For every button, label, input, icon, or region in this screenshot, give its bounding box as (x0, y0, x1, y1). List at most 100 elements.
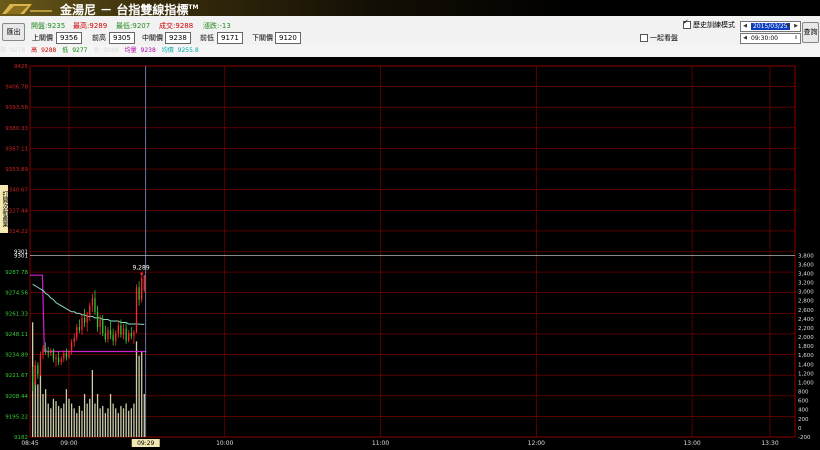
candle-body (68, 351, 70, 358)
candle-body (60, 359, 62, 363)
stat-change: 漲跌:-13 (203, 22, 231, 30)
export-button[interactable]: 匯出 (2, 23, 25, 41)
volume-tick-label: 2,400 (798, 317, 814, 323)
candle-body (138, 287, 140, 300)
title-bar: 金湯尼 － 台指雙線指標TM (0, 0, 820, 17)
volume-bar (133, 403, 135, 437)
volume-bar (65, 389, 68, 437)
ohlc-open: 開 9278 (0, 47, 26, 54)
candle-body (47, 351, 49, 354)
date-right-arrow-icon[interactable]: ▶ (793, 22, 799, 31)
price-tick-label: 9248.11 (5, 332, 28, 338)
volume-tick-label: 2,200 (798, 326, 814, 332)
history-mode-checkbox[interactable] (683, 18, 691, 29)
price-tick-label: 9261.33 (5, 311, 28, 317)
volume-bar (73, 408, 75, 437)
candle-body (128, 333, 130, 341)
candle-body (115, 333, 117, 341)
volume-bar (135, 341, 138, 437)
stat-high: 最高:9289 (73, 22, 108, 30)
candle-body (120, 325, 122, 335)
mid-gate-label: 中關價 (142, 34, 163, 42)
candle-body (83, 317, 86, 323)
candle-body (112, 334, 114, 341)
volume-bar (44, 389, 47, 437)
volume-tick-label: 1,200 (798, 371, 814, 377)
candle-body (39, 354, 42, 375)
volume-bar (52, 398, 55, 437)
volume-bar (117, 413, 119, 437)
candle-body (63, 353, 65, 360)
volume-tick-label: 600 (798, 399, 809, 405)
volume-bar (37, 384, 39, 437)
upper-gate-label: 上關價 (32, 34, 53, 42)
price-tick-label: 9327.44 (5, 208, 28, 214)
candle-body (73, 337, 75, 343)
volume-tick-label: 1,400 (798, 362, 814, 368)
candle-body (143, 275, 145, 291)
date-picker[interactable]: ◀ 2015/03/25 ▼ ▶ (740, 21, 801, 32)
volume-tick-label: 3,000 (798, 290, 814, 296)
header-panel: 匯出 開盤:9235 最高:9289 最低:9207 成交:9288 漲跌:-1… (0, 16, 820, 45)
volume-tick-label: 2,000 (798, 335, 814, 341)
volume-tick-label: 0 (798, 426, 802, 432)
candle-body (52, 349, 55, 360)
side-panel-tab[interactable]: 打開次新產業 (0, 185, 8, 233)
volume-bar (141, 350, 143, 437)
candle-body (76, 327, 78, 338)
time-tick-label: 08:45 (21, 440, 38, 447)
price-tick-label: 9234.89 (5, 353, 28, 359)
volume-bar (39, 374, 42, 437)
price-tick-label: 9208.44 (5, 394, 28, 400)
volume-bar (83, 393, 86, 437)
ohlc-close: 收 9288 (93, 47, 119, 54)
volume-tick-label: 800 (798, 390, 809, 396)
prev-high-label: 前高 (92, 34, 106, 42)
date-left-arrow-icon[interactable]: ◀ (742, 22, 748, 31)
volume-tick-label: 200 (798, 417, 809, 423)
price-tick-label: 9221.67 (5, 373, 28, 379)
price-tick-label: 9287.78 (5, 270, 28, 276)
candle-body (89, 305, 91, 315)
candle-body (57, 357, 60, 363)
candle-body (141, 278, 143, 300)
candle-body (55, 357, 57, 360)
query-button[interactable]: 查詢 (802, 22, 819, 43)
stat-open: 開盤:9235 (31, 22, 66, 30)
volume-tick-label: 1,800 (798, 344, 814, 350)
volume-bar (104, 413, 106, 437)
prev-low-value: 9171 (217, 32, 243, 44)
candle-body (94, 298, 96, 312)
trademark-mark: TM (188, 4, 199, 11)
candle-body (122, 328, 125, 335)
candle-body (50, 349, 52, 354)
volume-bar (96, 393, 99, 437)
volume-bar (76, 413, 78, 437)
volume-tick-label: -200 (798, 435, 811, 441)
candle-body (86, 314, 88, 323)
price-tick-label: 9367.11 (5, 146, 28, 152)
candle-body (81, 317, 83, 331)
price-tick-label: 9393.56 (5, 105, 28, 111)
candle-body (130, 333, 132, 337)
candle-body (70, 342, 73, 352)
history-mode-label: 歷史訓練模式 (693, 21, 735, 29)
volume-bar (130, 408, 132, 437)
volume-bar (50, 408, 52, 437)
prev-low-label: 前低 (200, 34, 214, 42)
price-volume-chart[interactable]: 9425 9406.78 9393.56 9380.33 9367.11 9353.89 9… (0, 57, 820, 450)
volume-bar (68, 398, 70, 437)
price-tick-label: 9195.22 (5, 414, 28, 420)
time-value[interactable]: 09:30:00 (751, 34, 778, 43)
time-spin-arrows-icon[interactable]: ⇕ (793, 34, 799, 43)
volume-bar (70, 403, 73, 437)
ohlc-strip: 開 9278 高 9288 低 9277 收 9288 均量 9238 均價 9… (0, 45, 820, 57)
time-picker[interactable]: ◀ 09:30:00 ⇕ (740, 33, 801, 44)
date-dropdown-icon[interactable]: ▼ (785, 22, 791, 31)
time-left-arrow-icon[interactable]: ◀ (742, 34, 748, 43)
price-tick-label: 9340.67 (5, 188, 28, 194)
date-value[interactable]: 2015/03/25 (751, 23, 790, 30)
together-checkbox[interactable] (640, 34, 648, 42)
volume-tick-label: 1,000 (798, 380, 814, 386)
volume-bar (125, 403, 127, 437)
